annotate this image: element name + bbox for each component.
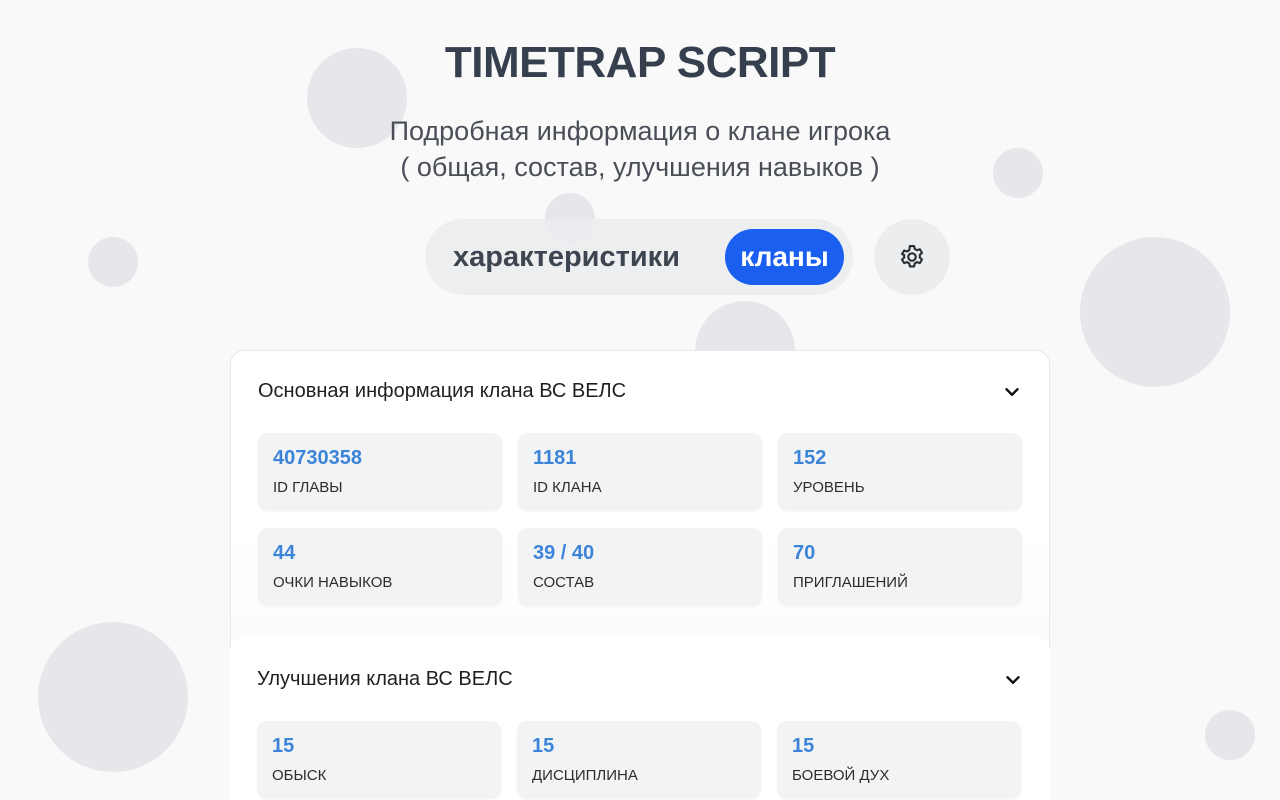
decor-bubble <box>1080 237 1230 387</box>
stat-label: ID ГЛАВЫ <box>273 479 343 496</box>
stat-card: 40730358 ID ГЛАВЫ <box>258 433 502 511</box>
stat-label: ПРИГЛАШЕНИЙ <box>793 574 908 591</box>
stat-label: УРОВЕНЬ <box>793 479 865 496</box>
stat-card: 15 БОЕВОЙ ДУХ <box>777 721 1021 799</box>
stat-value: 1181 <box>533 447 577 469</box>
stat-value: 152 <box>793 447 827 469</box>
page: TIMETRAP SCRIPT Подробная информация о к… <box>0 0 1280 800</box>
stat-value: 40730358 <box>273 447 362 469</box>
stat-card: 15 ДИСЦИПЛИНА <box>517 721 761 799</box>
decor-bubble <box>88 237 138 287</box>
gear-icon <box>900 244 924 268</box>
stat-card: 1181 ID КЛАНА <box>518 433 762 511</box>
stat-value: 15 <box>272 735 295 757</box>
stat-label: БОЕВОЙ ДУХ <box>792 767 890 784</box>
tab-switcher: характеристики кланы <box>425 219 853 295</box>
decor-bubble <box>38 622 188 772</box>
section-header[interactable]: Основная информация клана ВС ВЕЛС <box>231 371 1049 411</box>
stat-value: 44 <box>273 542 296 564</box>
tab-clans[interactable]: кланы <box>725 229 844 285</box>
stat-card: 152 УРОВЕНЬ <box>778 433 1022 511</box>
stat-card: 44 ОЧКИ НАВЫКОВ <box>258 528 502 606</box>
stat-value: 39 / 40 <box>533 542 595 564</box>
stat-label: ДИСЦИПЛИНА <box>532 767 638 784</box>
section-title: Основная информация клана ВС ВЕЛС <box>258 380 627 402</box>
section-title: Улучшения клана ВС ВЕЛС <box>257 668 513 690</box>
stat-value: 70 <box>793 542 816 564</box>
stat-card: 39 / 40 СОСТАВ <box>518 528 762 606</box>
page-title: TIMETRAP SCRIPT <box>444 38 836 87</box>
stat-card: 15 ОБЫСК <box>257 721 501 799</box>
page-subtitle: Подробная информация о клане игрока ( об… <box>0 113 1280 185</box>
subtitle-line: Подробная информация о клане игрока <box>389 116 891 146</box>
section-header[interactable]: Улучшения клана ВС ВЕЛС <box>230 659 1050 699</box>
stat-value: 15 <box>792 735 815 757</box>
decor-bubble <box>1205 710 1255 760</box>
stat-label: СОСТАВ <box>533 574 595 591</box>
stat-label: ОЧКИ НАВЫКОВ <box>273 574 393 591</box>
stat-card: 70 ПРИГЛАШЕНИЙ <box>778 528 1022 606</box>
clan-upgrades-panel: Улучшения клана ВС ВЕЛС 15 ОБЫСК 15 ДИСЦ… <box>230 637 1050 800</box>
subtitle-line: ( общая, состав, улучшения навыков ) <box>400 152 880 182</box>
stat-label: ОБЫСК <box>272 767 327 784</box>
stat-label: ID КЛАНА <box>533 479 602 496</box>
stat-value: 15 <box>532 735 555 757</box>
chevron-down-icon[interactable] <box>1002 669 1024 691</box>
chevron-down-icon[interactable] <box>1001 381 1023 403</box>
tab-characteristics[interactable]: характеристики <box>453 237 680 277</box>
settings-button[interactable] <box>874 219 950 295</box>
